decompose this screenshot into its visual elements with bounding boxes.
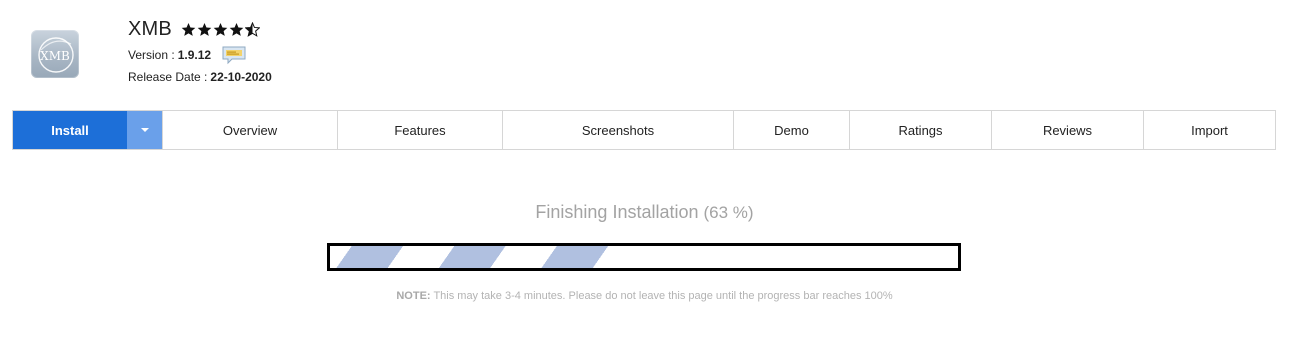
tab-overview[interactable]: Overview [163, 111, 338, 149]
tab-install[interactable]: Install [13, 111, 127, 149]
progress-title-text: Finishing Installation [535, 202, 699, 222]
star-icon [213, 22, 228, 36]
star-icon [229, 22, 244, 36]
release-date-label: Release Date : [128, 70, 208, 84]
tab-import[interactable]: Import [1144, 111, 1275, 149]
progress-bar-fill [330, 246, 644, 268]
version-value: 1.9.12 [177, 48, 212, 62]
tab-features[interactable]: Features [338, 111, 503, 149]
version-label: Version : [128, 48, 175, 62]
release-date-value: 22-10-2020 [210, 70, 272, 84]
progress-bar [327, 243, 961, 271]
app-title-row: XMB [128, 16, 261, 42]
app-header: XMB XMB Version : 1.9.12 Release Date: … [0, 0, 1289, 100]
tab-screenshots[interactable]: Screenshots [503, 111, 734, 149]
tab-reviews[interactable]: Reviews [992, 111, 1144, 149]
progress-percent: (63 %) [703, 203, 754, 222]
app-logo-text: XMB [40, 49, 70, 63]
star-icon [197, 22, 212, 36]
install-dropdown-button[interactable] [127, 111, 163, 149]
tab-bar: Install Overview Features Screenshots De… [12, 110, 1276, 150]
app-logo: XMB [31, 30, 79, 78]
tab-ratings[interactable]: Ratings [850, 111, 992, 149]
version-line: Version : 1.9.12 [128, 45, 247, 65]
note-label: NOTE: [396, 290, 431, 302]
rating-stars [181, 21, 261, 37]
progress-note: NOTE: This may take 3-4 minutes. Please … [0, 290, 1289, 302]
release-date-line: Release Date : 22-10-2020 [128, 68, 272, 86]
star-icon [181, 22, 196, 36]
tab-demo[interactable]: Demo [734, 111, 850, 149]
changelog-icon[interactable] [221, 45, 247, 65]
progress-title: Finishing Installation (63 %) [0, 202, 1289, 223]
caret-down-icon [140, 128, 149, 132]
half-star-icon [244, 21, 260, 37]
app-title: XMB [128, 17, 172, 40]
note-text: This may take 3-4 minutes. Please do not… [433, 290, 893, 302]
